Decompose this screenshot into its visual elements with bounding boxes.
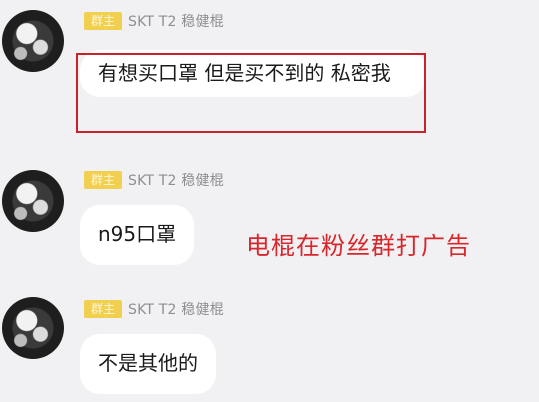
message-text: n95口罩 <box>98 222 177 246</box>
message-meta: 群主 SKT T2 稳健棍 <box>84 10 224 32</box>
sender-name[interactable]: SKT T2 稳健棍 <box>128 11 224 31</box>
avatar[interactable] <box>2 297 64 359</box>
highlight-box <box>76 53 426 133</box>
message-text: 不是其他的 <box>98 351 198 375</box>
message-bubble[interactable]: 不是其他的 <box>80 334 216 394</box>
avatar[interactable] <box>2 170 64 232</box>
avatar[interactable] <box>2 10 64 72</box>
sender-name[interactable]: SKT T2 稳健棍 <box>128 299 224 319</box>
message-bubble[interactable]: n95口罩 <box>80 205 195 265</box>
annotation-caption: 电棍在粉丝群打广告 <box>246 232 471 260</box>
message-meta: 群主 SKT T2 稳健棍 <box>84 298 224 320</box>
role-badge: 群主 <box>84 12 123 30</box>
message-meta: 群主 SKT T2 稳健棍 <box>84 169 224 191</box>
role-badge: 群主 <box>84 300 123 318</box>
sender-name[interactable]: SKT T2 稳健棍 <box>128 170 224 190</box>
role-badge: 群主 <box>84 171 123 189</box>
